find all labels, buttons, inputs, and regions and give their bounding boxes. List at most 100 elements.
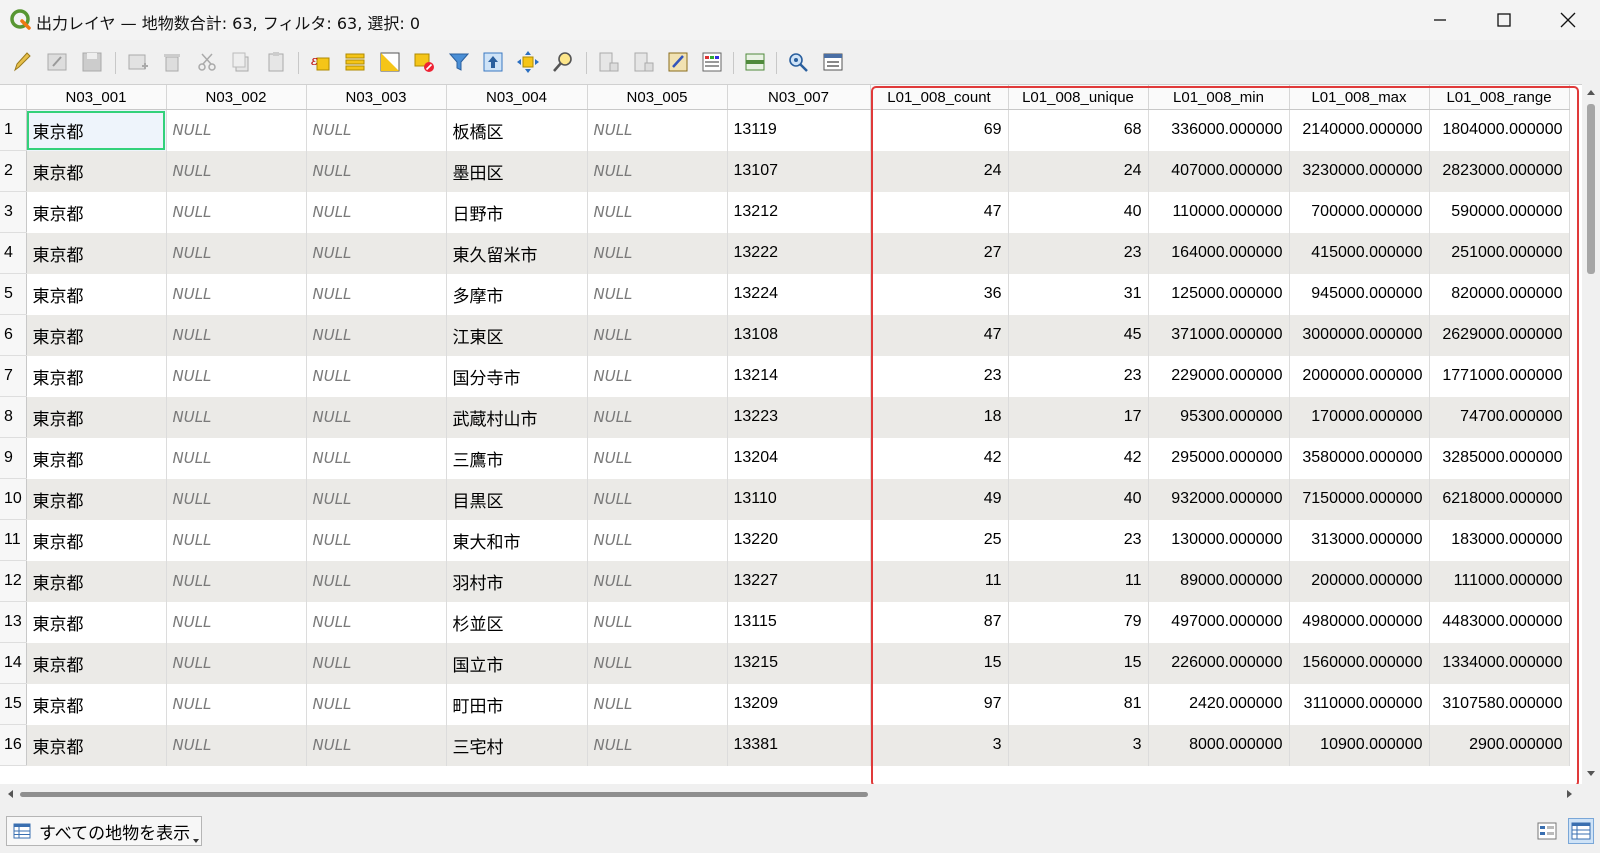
table-cell[interactable]: 110000.000000 (1148, 191, 1290, 233)
row-number[interactable]: 3 (0, 191, 27, 233)
table-cell[interactable]: NULL (587, 109, 728, 151)
table-cell[interactable]: 11 (870, 560, 1009, 602)
table-cell[interactable]: 13119 (727, 109, 871, 151)
table-cell[interactable]: 87 (870, 601, 1009, 643)
move-top-icon[interactable] (481, 50, 505, 74)
table-cell[interactable]: 229000.000000 (1148, 355, 1290, 397)
table-cell[interactable]: 武蔵村山市 (446, 396, 588, 438)
table-row[interactable]: 6 東京都 NULL NULL 江東区 NULL 13108 47 45 371000.00000… (0, 314, 1570, 356)
table-cell[interactable]: 170000.000000 (1289, 396, 1430, 438)
column-header-l01_008_range[interactable]: L01_008_range (1429, 85, 1570, 110)
table-cell[interactable]: NULL (306, 314, 447, 356)
column-header-n03_004[interactable]: N03_004 (446, 85, 588, 110)
horizontal-scroll-thumb[interactable] (20, 792, 868, 797)
table-row[interactable]: 7 東京都 NULL NULL 国分寺市 NULL 13214 23 23 229000.0000… (0, 355, 1570, 397)
table-cell[interactable]: 24 (1008, 150, 1149, 192)
table-cell[interactable]: NULL (306, 109, 447, 151)
table-cell[interactable]: 95300.000000 (1148, 396, 1290, 438)
table-cell[interactable]: 932000.000000 (1148, 478, 1290, 520)
paste-icon[interactable] (264, 50, 288, 74)
table-row[interactable]: 8 東京都 NULL NULL 武蔵村山市 NULL 13223 18 17 95300.0000… (0, 396, 1570, 438)
table-cell[interactable]: NULL (166, 519, 307, 561)
close-button[interactable] (1536, 0, 1600, 40)
table-cell[interactable]: NULL (587, 478, 728, 520)
table-cell[interactable]: 東京都 (26, 724, 167, 766)
table-cell[interactable]: 東京都 (26, 232, 167, 274)
save-icon[interactable] (80, 50, 104, 74)
table-cell[interactable]: 69 (870, 109, 1009, 151)
table-cell[interactable]: 47 (870, 191, 1009, 233)
table-cell[interactable]: NULL (166, 642, 307, 684)
table-cell[interactable]: 13381 (727, 724, 871, 766)
table-cell[interactable]: 2823000.000000 (1429, 150, 1570, 192)
table-cell[interactable]: 111000.000000 (1429, 560, 1570, 602)
table-cell[interactable]: NULL (166, 273, 307, 315)
table-cell[interactable]: 3110000.000000 (1289, 683, 1430, 725)
row-number[interactable]: 13 (0, 601, 27, 643)
column-header-n03_007[interactable]: N03_007 (727, 85, 871, 110)
table-cell[interactable]: 2140000.000000 (1289, 109, 1430, 151)
table-cell[interactable]: NULL (587, 683, 728, 725)
table-cell[interactable]: 板橋区 (446, 109, 588, 151)
table-cell[interactable]: 東京都 (26, 683, 167, 725)
column-header-l01_008_count[interactable]: L01_008_count (870, 85, 1009, 110)
table-cell[interactable]: 13115 (727, 601, 871, 643)
pencil-icon[interactable] (10, 50, 34, 74)
table-cell[interactable]: NULL (306, 724, 447, 766)
filter-icon[interactable] (447, 50, 471, 74)
table-cell[interactable]: 東京都 (26, 355, 167, 397)
table-cell[interactable]: 6218000.000000 (1429, 478, 1570, 520)
table-cell[interactable]: 東京都 (26, 560, 167, 602)
table-cell[interactable]: NULL (587, 191, 728, 233)
table-cell[interactable]: 497000.000000 (1148, 601, 1290, 643)
table-cell[interactable]: 日野市 (446, 191, 588, 233)
table-cell[interactable]: 13212 (727, 191, 871, 233)
table-row[interactable]: 2 東京都 NULL NULL 墨田区 NULL 13107 24 24 407000.00000… (0, 150, 1570, 192)
table-cell[interactable]: 13107 (727, 150, 871, 192)
table-cell[interactable]: 3 (870, 724, 1009, 766)
table-cell[interactable]: NULL (306, 683, 447, 725)
table-row[interactable]: 12 東京都 NULL NULL 羽村市 NULL 13227 11 11 89000.00000… (0, 560, 1570, 602)
table-cell[interactable]: 東京都 (26, 109, 167, 151)
table-row[interactable]: 13 東京都 NULL NULL 杉並区 NULL 13115 87 79 497000.0000… (0, 601, 1570, 643)
invert-selection-icon[interactable] (378, 50, 402, 74)
row-number[interactable]: 6 (0, 314, 27, 356)
table-cell[interactable]: NULL (166, 478, 307, 520)
table-cell[interactable]: 13209 (727, 683, 871, 725)
table-cell[interactable]: 81 (1008, 683, 1149, 725)
table-cell[interactable]: 27 (870, 232, 1009, 274)
table-cell[interactable]: 23 (1008, 519, 1149, 561)
table-cell[interactable]: NULL (587, 396, 728, 438)
row-number[interactable]: 2 (0, 150, 27, 192)
row-number[interactable]: 11 (0, 519, 27, 561)
delete-field-icon[interactable] (632, 50, 656, 74)
table-cell[interactable]: NULL (587, 437, 728, 479)
table-cell[interactable]: 3 (1008, 724, 1149, 766)
row-number[interactable]: 9 (0, 437, 27, 479)
table-cell[interactable]: 東京都 (26, 601, 167, 643)
table-cell[interactable]: NULL (166, 150, 307, 192)
select-all-icon[interactable] (343, 50, 367, 74)
row-number[interactable]: 12 (0, 560, 27, 602)
table-cell[interactable]: 東京都 (26, 150, 167, 192)
pan-icon[interactable] (516, 50, 540, 74)
row-number[interactable]: 10 (0, 478, 27, 520)
table-cell[interactable]: 8000.000000 (1148, 724, 1290, 766)
table-cell[interactable]: 3230000.000000 (1289, 150, 1430, 192)
table-cell[interactable]: 1771000.000000 (1429, 355, 1570, 397)
table-cell[interactable]: 74700.000000 (1429, 396, 1570, 438)
table-cell[interactable]: 1560000.000000 (1289, 642, 1430, 684)
table-cell[interactable]: 国立市 (446, 642, 588, 684)
table-cell[interactable]: NULL (166, 601, 307, 643)
table-cell[interactable]: 東大和市 (446, 519, 588, 561)
column-header-l01_008_min[interactable]: L01_008_min (1148, 85, 1290, 110)
table-cell[interactable]: 13227 (727, 560, 871, 602)
table-cell[interactable]: 10900.000000 (1289, 724, 1430, 766)
table-cell[interactable]: 47 (870, 314, 1009, 356)
table-cell[interactable]: NULL (587, 642, 728, 684)
table-cell[interactable]: 42 (870, 437, 1009, 479)
table-row[interactable]: 10 東京都 NULL NULL 目黒区 NULL 13110 49 40 932000.0000… (0, 478, 1570, 520)
table-cell[interactable]: 18 (870, 396, 1009, 438)
conditional-format-icon[interactable] (700, 50, 724, 74)
table-cell[interactable]: 251000.000000 (1429, 232, 1570, 274)
